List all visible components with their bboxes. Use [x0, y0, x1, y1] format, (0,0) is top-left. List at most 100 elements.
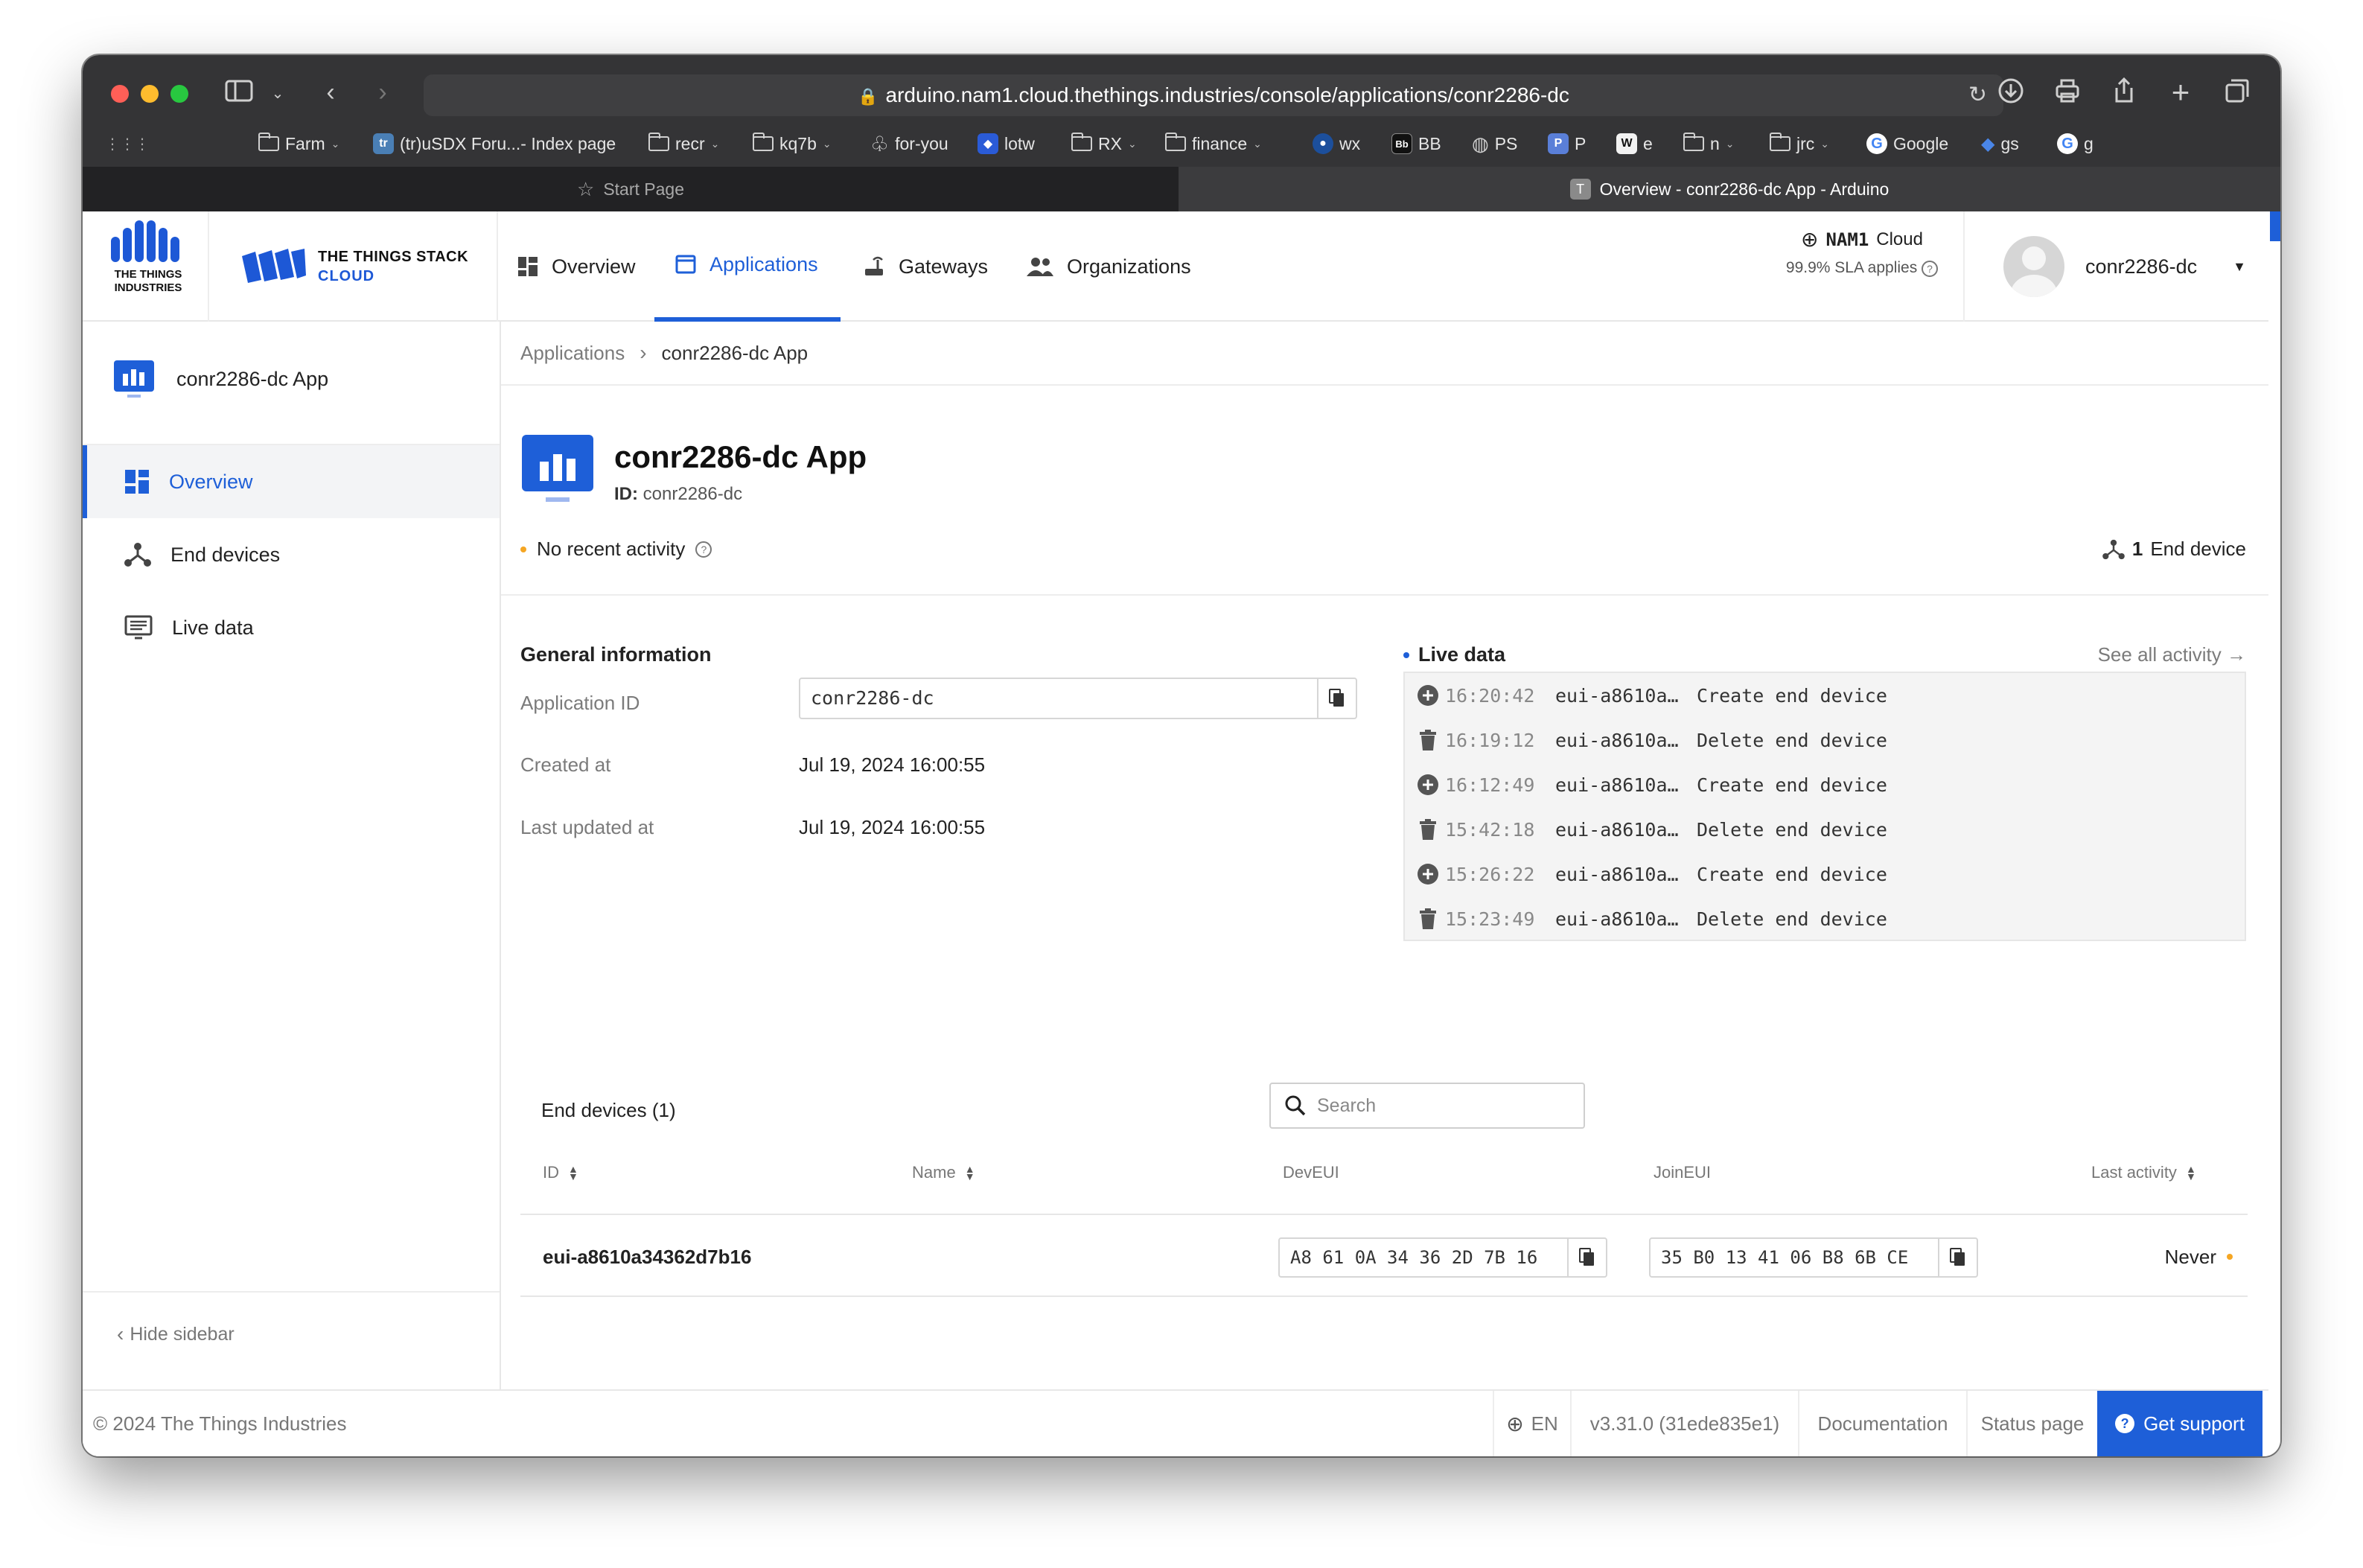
sidebar-item-end-devices[interactable]: End devices: [83, 518, 500, 591]
bookmark-p[interactable]: PP: [1548, 124, 1586, 164]
joineui-field[interactable]: 35 B0 13 41 06 B8 6B CE: [1649, 1237, 1978, 1278]
sidebar-item-live-data[interactable]: Live data: [83, 591, 500, 664]
tab-overview-icon[interactable]: [2221, 77, 2254, 111]
bookmark-label: kq7b: [779, 133, 817, 153]
deveui-field[interactable]: A8 61 0A 34 36 2D 7B 16: [1278, 1237, 1607, 1278]
folder-icon: [1071, 133, 1092, 151]
copy-button[interactable]: [1567, 1239, 1606, 1276]
live-event-row[interactable]: 15:23:49 eui-a8610a… Delete end device: [1417, 896, 1887, 941]
hide-sidebar-label: Hide sidebar: [130, 1323, 235, 1345]
zoom-window-button[interactable]: [170, 85, 188, 103]
reload-icon[interactable]: ↻: [1968, 82, 1987, 108]
breadcrumb-applications[interactable]: Applications: [520, 342, 625, 365]
get-support-label: Get support: [2143, 1412, 2245, 1435]
live-data-feed[interactable]: 16:20:42 eui-a8610a… Create end device 1…: [1403, 672, 2246, 941]
created-at-label: Created at: [520, 753, 611, 776]
app-title-icon-wrap: [520, 433, 595, 509]
table-row[interactable]: eui-a8610a34362d7b16 A8 61 0A 34 36 2D 7…: [520, 1217, 2248, 1297]
documentation-link[interactable]: Documentation: [1798, 1391, 1966, 1456]
copy-button[interactable]: [1317, 679, 1356, 718]
nav-tab-overview[interactable]: Overview: [497, 211, 657, 322]
live-event-row[interactable]: 16:12:49 eui-a8610a… Create end device: [1417, 762, 1887, 807]
user-menu[interactable]: conr2286-dc ▼: [2003, 222, 2246, 311]
new-tab-icon[interactable]: +: [2164, 77, 2197, 108]
get-support-button[interactable]: ? Get support: [2097, 1391, 2262, 1456]
apps-grid-icon[interactable]: ⋮⋮⋮: [105, 124, 150, 164]
language-selector[interactable]: ⊕ EN: [1493, 1391, 1570, 1456]
tts-cloud-logo[interactable]: THE THINGS STACK CLOUD: [239, 229, 468, 304]
column-header-name[interactable]: Name ▲ ▼: [912, 1163, 975, 1182]
nav-tab-gateways[interactable]: Gateways: [842, 211, 1009, 322]
minimize-window-button[interactable]: [141, 85, 159, 103]
bookmark-e[interactable]: We: [1616, 124, 1653, 164]
divider: [520, 1214, 2248, 1215]
bookmark-folder-farm[interactable]: Farm ⌄: [258, 124, 339, 164]
live-event-row[interactable]: 15:26:22 eui-a8610a… Create end device: [1417, 852, 1887, 896]
live-event-row[interactable]: 16:20:42 eui-a8610a… Create end device: [1417, 673, 1887, 718]
bookmark-gs[interactable]: ◆ gs: [1981, 124, 2019, 164]
tab-overview-active[interactable]: T Overview - conr2286-dc App - Arduino: [1179, 167, 2280, 211]
search-input[interactable]: Search: [1269, 1083, 1585, 1129]
tti-logo[interactable]: THE THINGS INDUSTRIES: [102, 217, 199, 314]
bookmark-folder-kq7b[interactable]: kq7b ⌄: [752, 124, 832, 164]
bookmark-folder-recr[interactable]: recr ⌄: [648, 124, 719, 164]
footer: © 2024 The Things Industries ⊕ EN v3.31.…: [83, 1389, 2268, 1456]
bookmark-label: lotw: [1004, 133, 1035, 153]
last-updated-value: Jul 19, 2024 16:00:55: [799, 816, 986, 838]
column-header-last-activity[interactable]: Last activity ▲ ▼: [2091, 1163, 2196, 1182]
forward-icon[interactable]: ›: [371, 77, 394, 107]
trash-icon: [1420, 819, 1436, 840]
copy-icon: [1950, 1248, 1965, 1266]
cluster-name: NAM1: [1825, 229, 1869, 250]
application-id-label: Application ID: [520, 692, 640, 714]
sidebar-toggle-icon[interactable]: [224, 79, 254, 109]
share-icon[interactable]: [2108, 76, 2140, 111]
sidebar-item-overview[interactable]: Overview: [83, 445, 500, 518]
bookmark-g[interactable]: Gg: [2057, 124, 2093, 164]
url-value: arduino.nam1.cloud.thethings.industries/…: [885, 83, 1569, 106]
bookmark-folder-finance[interactable]: finance ⌄: [1164, 124, 1262, 164]
live-event-row[interactable]: 15:42:18 eui-a8610a… Delete end device: [1417, 807, 1887, 852]
deveui-value: A8 61 0A 34 36 2D 7B 16: [1290, 1247, 1538, 1268]
bookmark-folder-n[interactable]: n ⌄: [1683, 124, 1735, 164]
divider: [208, 211, 209, 322]
divider: [501, 594, 2268, 596]
folder-icon: [1683, 133, 1704, 151]
tab-start-page[interactable]: ☆ Start Page: [83, 167, 1179, 211]
download-icon[interactable]: [1994, 77, 2027, 111]
bookmark-folder-rx[interactable]: RX ⌄: [1071, 124, 1137, 164]
bookmark-usdx[interactable]: tr (tr)uSDX Foru...- Index page: [373, 124, 616, 164]
bookmark-bb[interactable]: Bb BB: [1391, 124, 1441, 164]
copy-button[interactable]: [1938, 1239, 1977, 1276]
bookmark-wx[interactable]: ● wx: [1313, 124, 1360, 164]
bookmark-folder-jrc[interactable]: jrc ⌄: [1769, 124, 1829, 164]
scrollbar[interactable]: [2270, 211, 2280, 241]
nav-tab-organizations[interactable]: Organizations: [1006, 211, 1212, 322]
help-icon[interactable]: ?: [1922, 261, 1939, 277]
end-device-count[interactable]: 1 End device: [2102, 538, 2246, 561]
print-icon[interactable]: [2051, 77, 2084, 111]
help-icon[interactable]: ?: [695, 541, 712, 558]
device-id-cell[interactable]: eui-a8610a34362d7b16: [543, 1217, 751, 1297]
tts-logo-line1: THE THINGS STACK: [318, 249, 469, 265]
live-event-row[interactable]: 16:19:12 eui-a8610a… Delete end device: [1417, 718, 1887, 762]
user-name: conr2286-dc: [2085, 255, 2198, 278]
address-bar[interactable]: 🔒 arduino.nam1.cloud.thethings.industries…: [424, 74, 2003, 116]
copy-icon: [1329, 689, 1344, 707]
bookmark-for-you[interactable]: ♧ for-you: [870, 124, 948, 164]
back-icon[interactable]: ‹: [319, 77, 342, 107]
application-id-field[interactable]: conr2286-dc: [799, 678, 1357, 719]
cluster-info[interactable]: ⊕ NAM1 Cloud 99.9% SLA applies ?: [1750, 225, 1974, 281]
sidebar-app-header: conr2286-dc App: [112, 359, 328, 399]
bookmark-lotw[interactable]: ◆ lotw: [978, 124, 1035, 164]
nav-tab-applications[interactable]: Applications: [654, 211, 841, 322]
see-all-activity-link[interactable]: See all activity →: [2098, 643, 2246, 666]
site-favicon-icon: W: [1616, 133, 1637, 154]
bookmark-ps[interactable]: ◍ PS: [1472, 124, 1517, 164]
chevron-down-icon[interactable]: ⌄: [269, 79, 287, 109]
bookmark-google[interactable]: G Google: [1866, 124, 1948, 164]
status-page-link[interactable]: Status page: [1966, 1391, 2097, 1456]
close-window-button[interactable]: [111, 85, 129, 103]
hide-sidebar-button[interactable]: ‹ Hide sidebar: [117, 1322, 235, 1346]
column-header-id[interactable]: ID ▲ ▼: [543, 1163, 578, 1182]
